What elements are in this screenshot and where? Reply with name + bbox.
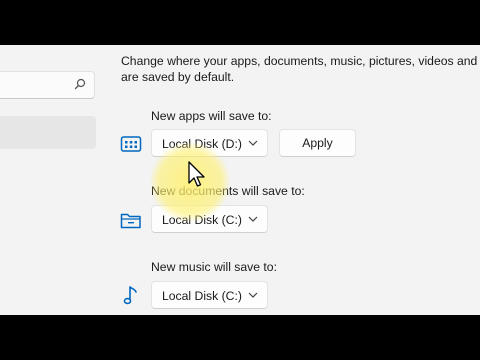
apps-grid-icon: [120, 136, 142, 152]
music-drive-select[interactable]: Local Disk (C:): [151, 281, 268, 309]
description-line-1: Change where your apps, documents, music…: [121, 54, 480, 68]
settings-window: Change where your apps, documents, music…: [0, 45, 480, 315]
apply-button[interactable]: Apply: [279, 129, 356, 157]
chevron-down-icon: [248, 216, 258, 222]
mouse-cursor-icon: [188, 161, 205, 187]
documents-save-label: New documents will save to:: [151, 184, 305, 198]
folder-icon: [120, 213, 141, 229]
apps-drive-select[interactable]: Local Disk (D:): [151, 129, 268, 157]
music-drive-value: Local Disk (C:): [162, 289, 242, 303]
music-save-label: New music will save to:: [151, 260, 277, 274]
page-description: Change where your apps, documents, music…: [121, 53, 480, 85]
chevron-down-icon: [248, 140, 258, 146]
apps-save-label: New apps will save to:: [151, 109, 272, 123]
documents-drive-select[interactable]: Local Disk (C:): [151, 205, 268, 233]
search-input[interactable]: [0, 71, 95, 99]
music-note-icon: [123, 286, 137, 305]
apps-drive-value: Local Disk (D:): [162, 137, 242, 151]
chevron-down-icon: [248, 292, 258, 298]
documents-drive-value: Local Disk (C:): [162, 213, 242, 227]
search-icon: [74, 78, 86, 90]
sidebar-item-selected[interactable]: [0, 116, 96, 149]
content-gap: [96, 45, 110, 315]
description-line-2: are saved by default.: [121, 70, 235, 84]
